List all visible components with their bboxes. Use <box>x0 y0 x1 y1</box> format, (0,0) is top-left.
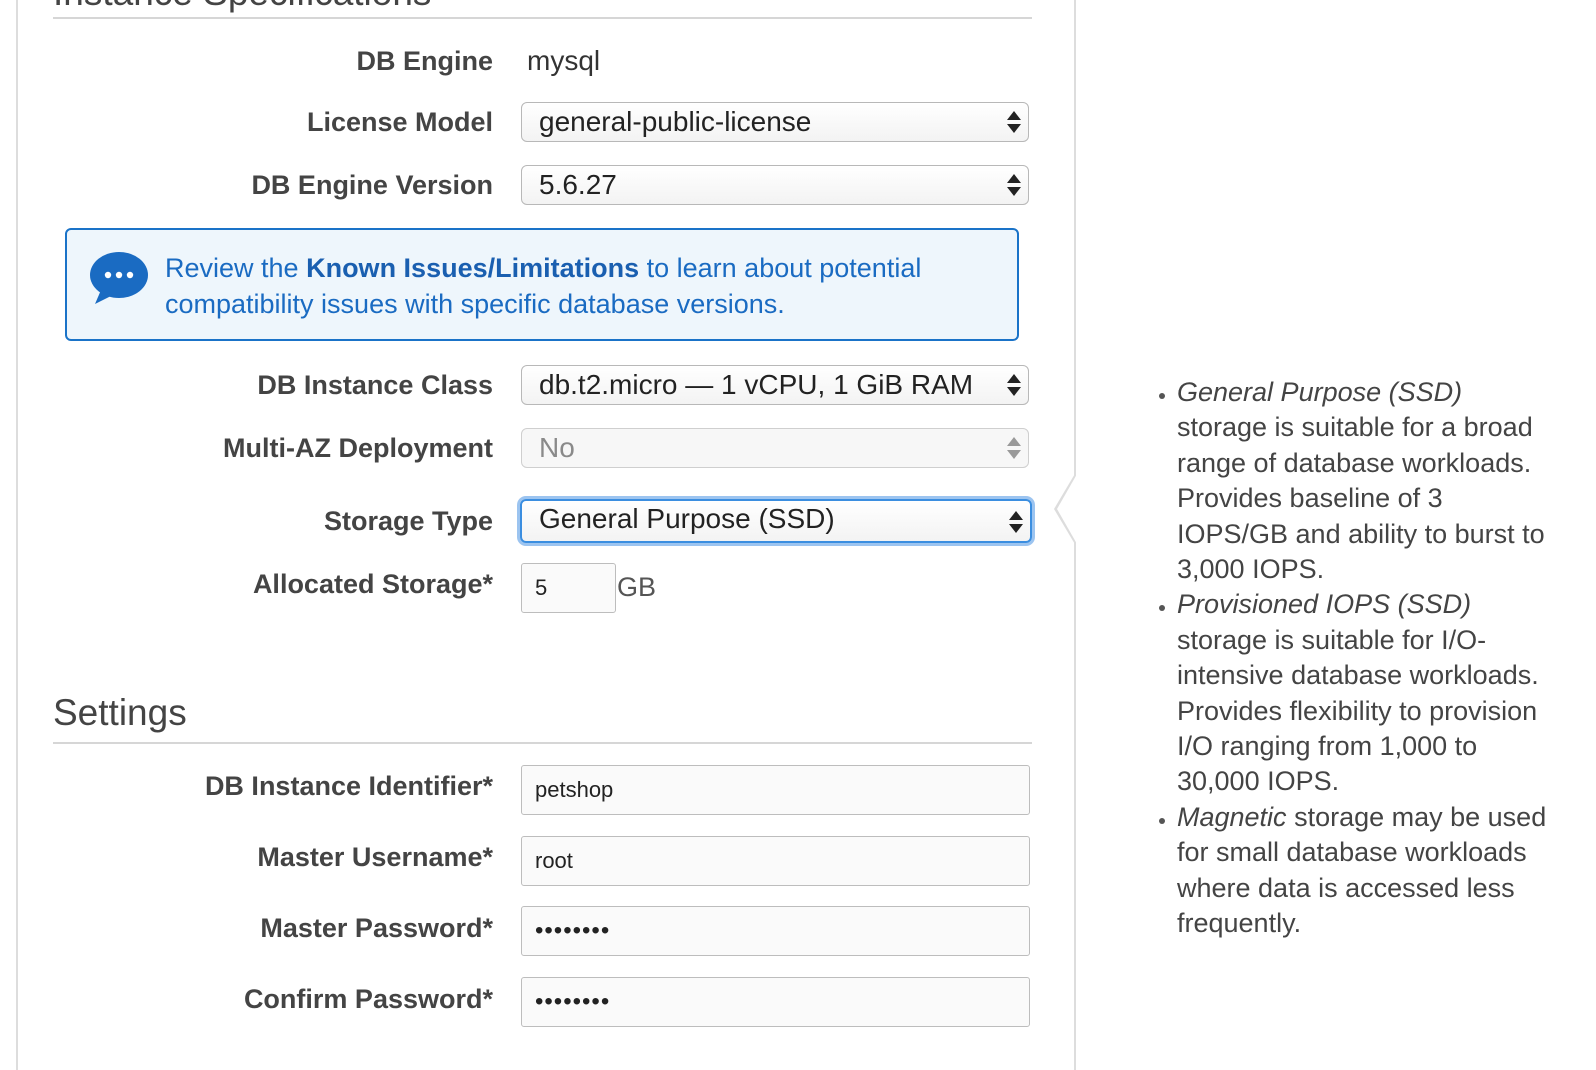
section-divider <box>53 742 1032 744</box>
confirm-password-label: Confirm Password* <box>243 984 493 1014</box>
select-arrows-icon <box>1007 109 1021 135</box>
multi-az-select: No <box>521 428 1029 468</box>
allocated-storage-label: Allocated Storage* <box>252 569 493 599</box>
help-pointer-inner <box>1057 474 1077 544</box>
license-model-select[interactable]: general-public-license <box>521 102 1029 142</box>
select-arrows-icon <box>1007 172 1021 198</box>
select-arrows-icon <box>1009 509 1023 535</box>
help-item-provisioned-iops: Provisioned IOPS (SSD) storage is suitab… <box>1177 587 1547 799</box>
license-model-label: License Model <box>306 107 493 137</box>
settings-title: Settings <box>53 692 187 733</box>
storage-type-select[interactable]: General Purpose (SSD) <box>520 499 1032 543</box>
help-term: Provisioned IOPS (SSD) <box>1177 589 1472 620</box>
help-item-general-purpose: General Purpose (SSD) storage is suitabl… <box>1177 375 1547 587</box>
section-divider <box>53 17 1032 19</box>
db-instance-class-selected: db.t2.micro — 1 vCPU, 1 GiB RAM <box>539 369 974 400</box>
panel-left-border <box>16 0 18 1070</box>
known-issues-link[interactable]: Known Issues/Limitations <box>306 253 639 283</box>
db-instance-class-label: DB Instance Class <box>257 370 493 400</box>
help-text: storage is suitable for I/O-intensive da… <box>1177 624 1539 797</box>
license-model-selected: general-public-license <box>539 106 812 137</box>
help-item-magnetic: Magnetic storage may be used for small d… <box>1177 800 1547 942</box>
db-instance-class-select[interactable]: db.t2.micro — 1 vCPU, 1 GiB RAM <box>521 365 1029 405</box>
storage-help-list: General Purpose (SSD) storage is suitabl… <box>1140 375 1547 942</box>
master-username-input[interactable]: root <box>521 836 1030 886</box>
storage-type-label: Storage Type <box>323 506 493 536</box>
known-issues-notice: Review the Known Issues/Limitations to l… <box>65 228 1019 341</box>
help-text: storage is suitable for a broad range of… <box>1177 412 1545 585</box>
instance-specs-title: Instance Specifications <box>53 0 431 14</box>
db-engine-label: DB Engine <box>356 46 493 76</box>
master-username-label: Master Username* <box>257 842 493 872</box>
allocated-storage-unit: GB <box>617 572 657 602</box>
help-term: General Purpose (SSD) <box>1177 377 1463 407</box>
db-instance-identifier-input[interactable]: petshop <box>521 765 1030 815</box>
select-arrows-icon <box>1007 435 1021 461</box>
confirm-password-input[interactable]: •••••••• <box>521 977 1030 1027</box>
db-engine-version-select[interactable]: 5.6.27 <box>521 165 1029 205</box>
notice-prefix: Review the <box>165 253 307 283</box>
multi-az-selected: No <box>539 432 575 463</box>
master-password-label: Master Password* <box>260 913 493 943</box>
db-engine-version-label: DB Engine Version <box>251 170 493 200</box>
db-engine-value: mysql <box>527 45 601 76</box>
storage-type-selected: General Purpose (SSD) <box>539 503 835 534</box>
allocated-storage-input[interactable]: 5 <box>521 563 616 613</box>
db-engine-version-selected: 5.6.27 <box>539 169 617 200</box>
speech-bubble-icon <box>90 252 148 304</box>
help-term: Magnetic <box>1177 801 1287 832</box>
select-arrows-icon <box>1007 372 1021 398</box>
master-password-input[interactable]: •••••••• <box>521 906 1030 956</box>
multi-az-label: Multi-AZ Deployment <box>223 433 493 463</box>
notice-text: Review the Known Issues/Limitations to l… <box>165 250 985 322</box>
db-instance-identifier-label: DB Instance Identifier* <box>204 771 493 801</box>
